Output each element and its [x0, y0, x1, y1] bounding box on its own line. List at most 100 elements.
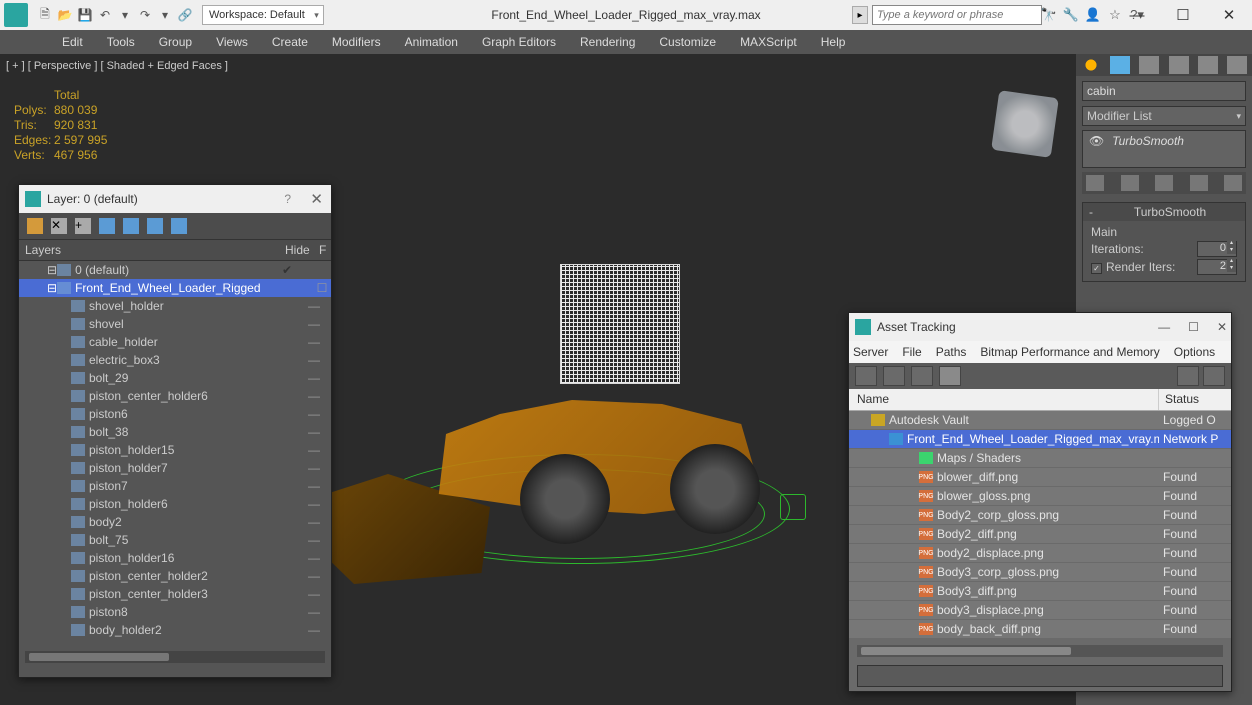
- asset-menu-bitmap-performance-and-memory[interactable]: Bitmap Performance and Memory: [980, 345, 1159, 359]
- layer-row[interactable]: piston6—: [19, 405, 331, 423]
- dialog-help-icon[interactable]: ?: [284, 192, 291, 206]
- name-col-header[interactable]: Name: [849, 389, 1159, 410]
- layer-row[interactable]: bolt_75—: [19, 531, 331, 549]
- hierarchy-tab-icon[interactable]: [1139, 56, 1159, 74]
- asset-hscroll[interactable]: [857, 645, 1223, 657]
- refresh-icon[interactable]: [855, 366, 877, 386]
- visibility-icon[interactable]: 👁: [1089, 134, 1103, 148]
- layer-row[interactable]: shovel_holder—: [19, 297, 331, 315]
- tree-view-icon[interactable]: [883, 366, 905, 386]
- maximize-button[interactable]: ☐: [1188, 320, 1199, 334]
- workspace-selector[interactable]: Workspace: Default: [202, 5, 324, 25]
- close-button[interactable]: ✕: [1217, 320, 1227, 334]
- redo-drop-icon[interactable]: ▾: [156, 6, 174, 24]
- asset-row[interactable]: PNGbody_back_diff.pngFound: [849, 620, 1231, 639]
- redo-icon[interactable]: ↷: [136, 6, 154, 24]
- asset-menu-paths[interactable]: Paths: [936, 345, 967, 359]
- link-icon[interactable]: 🔗: [176, 6, 194, 24]
- minimize-button[interactable]: —: [1158, 320, 1170, 334]
- asset-row[interactable]: Maps / Shaders: [849, 449, 1231, 468]
- user-icon[interactable]: 👤: [1084, 6, 1102, 24]
- create-tab-icon[interactable]: [1081, 56, 1101, 74]
- asset-row[interactable]: PNGBody2_corp_gloss.pngFound: [849, 506, 1231, 525]
- app-icon[interactable]: [4, 3, 28, 27]
- maximize-button[interactable]: ☐: [1160, 1, 1206, 29]
- modifier-stack-item[interactable]: 👁 TurboSmooth: [1083, 131, 1245, 151]
- select-layers-icon[interactable]: [123, 218, 139, 234]
- asset-row[interactable]: PNGblower_diff.pngFound: [849, 468, 1231, 487]
- asset-row[interactable]: PNGBody3_diff.pngFound: [849, 582, 1231, 601]
- make-unique-icon[interactable]: [1155, 175, 1173, 191]
- add-to-layer-icon[interactable]: +: [75, 218, 91, 234]
- layer-row[interactable]: body_holder2—: [19, 621, 331, 639]
- asset-row[interactable]: Front_End_Wheel_Loader_Rigged_max_vray.m…: [849, 430, 1231, 449]
- undo-drop-icon[interactable]: ▾: [116, 6, 134, 24]
- menu-tools[interactable]: Tools: [95, 30, 147, 54]
- list-view-icon[interactable]: [939, 366, 961, 386]
- hide-col-header[interactable]: Hide: [283, 240, 317, 260]
- search-dropdown-icon[interactable]: ▸: [852, 6, 868, 24]
- layer-row[interactable]: bolt_38—: [19, 423, 331, 441]
- layer-row[interactable]: piston_holder7—: [19, 459, 331, 477]
- menu-customize[interactable]: Customize: [647, 30, 728, 54]
- render-iters-checkbox[interactable]: ✓: [1091, 263, 1102, 274]
- asset-row[interactable]: PNGbody3_displace.pngFound: [849, 601, 1231, 620]
- freeze-col-header[interactable]: F: [317, 240, 331, 260]
- layer-row[interactable]: bolt_29—: [19, 369, 331, 387]
- hide-unhide-icon[interactable]: [147, 218, 163, 234]
- asset-menu-options[interactable]: Options: [1174, 345, 1215, 359]
- asset-menu-file[interactable]: File: [902, 345, 921, 359]
- modify-tab-icon[interactable]: [1110, 56, 1130, 74]
- layer-row[interactable]: ⊟ 0 (default)✔: [19, 261, 331, 279]
- select-objects-icon[interactable]: [99, 218, 115, 234]
- new-icon[interactable]: 🗎: [36, 6, 54, 24]
- layers-col-header[interactable]: Layers: [19, 240, 283, 260]
- layer-row[interactable]: piston_holder16—: [19, 549, 331, 567]
- modifier-list-dropdown[interactable]: Modifier List: [1082, 106, 1246, 126]
- binoculars-icon[interactable]: 🔭: [1040, 6, 1058, 24]
- asset-list[interactable]: Autodesk VaultLogged OFront_End_Wheel_Lo…: [849, 411, 1231, 639]
- remove-modifier-icon[interactable]: [1190, 175, 1208, 191]
- minimize-button[interactable]: —: [1114, 1, 1160, 29]
- collapse-icon[interactable]: -: [1089, 205, 1101, 219]
- delete-layer-icon[interactable]: ✕: [51, 218, 67, 234]
- object-name-input[interactable]: cabin: [1082, 81, 1246, 101]
- menu-maxscript[interactable]: MAXScript: [728, 30, 809, 54]
- layer-list[interactable]: ⊟ 0 (default)✔⊟ Front_End_Wheel_Loader_R…: [19, 261, 331, 649]
- asset-row[interactable]: Autodesk VaultLogged O: [849, 411, 1231, 430]
- configure-sets-icon[interactable]: [1224, 175, 1242, 191]
- close-button[interactable]: ✕: [1206, 1, 1252, 29]
- layer-hscroll[interactable]: [25, 651, 325, 663]
- menu-views[interactable]: Views: [204, 30, 260, 54]
- help-icon[interactable]: [1177, 366, 1199, 386]
- render-iters-spinner[interactable]: 2: [1197, 259, 1237, 275]
- dialog-close-icon[interactable]: ✕: [310, 190, 323, 208]
- table-view-icon[interactable]: [911, 366, 933, 386]
- new-layer-icon[interactable]: [27, 218, 43, 234]
- menu-animation[interactable]: Animation: [393, 30, 470, 54]
- motion-tab-icon[interactable]: [1169, 56, 1189, 74]
- save-icon[interactable]: 💾: [76, 6, 94, 24]
- layer-row[interactable]: ⊟ Front_End_Wheel_Loader_Rigged☐: [19, 279, 331, 297]
- layer-row[interactable]: piston_holder6—: [19, 495, 331, 513]
- asset-path-input[interactable]: [857, 665, 1223, 687]
- layer-row[interactable]: shovel—: [19, 315, 331, 333]
- iterations-spinner[interactable]: 0: [1197, 241, 1237, 257]
- menu-create[interactable]: Create: [260, 30, 320, 54]
- rollout-header[interactable]: -TurboSmooth: [1083, 203, 1245, 221]
- gizmo-arrow-icon[interactable]: [780, 494, 806, 520]
- settings-icon[interactable]: [1203, 366, 1225, 386]
- layer-row[interactable]: piston_holder15—: [19, 441, 331, 459]
- key-icon[interactable]: 🔧: [1062, 6, 1080, 24]
- layer-dialog-titlebar[interactable]: Layer: 0 (default) ? ✕: [19, 185, 331, 213]
- menu-graph-editors[interactable]: Graph Editors: [470, 30, 568, 54]
- layer-row[interactable]: piston_center_holder3—: [19, 585, 331, 603]
- undo-icon[interactable]: ↶: [96, 6, 114, 24]
- search-input[interactable]: [872, 5, 1042, 25]
- freeze-unfreeze-icon[interactable]: [171, 218, 187, 234]
- show-end-result-icon[interactable]: [1121, 175, 1139, 191]
- viewport-label[interactable]: [ + ] [ Perspective ] [ Shaded + Edged F…: [6, 60, 228, 72]
- asset-row[interactable]: PNGBody3_corp_gloss.pngFound: [849, 563, 1231, 582]
- asset-row[interactable]: PNGblower_gloss.pngFound: [849, 487, 1231, 506]
- modifier-stack[interactable]: 👁 TurboSmooth: [1082, 130, 1246, 168]
